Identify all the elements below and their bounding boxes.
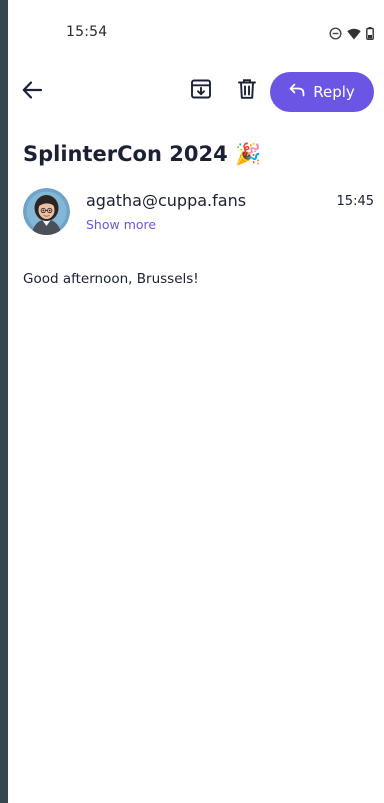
status-icons	[329, 25, 374, 44]
archive-icon	[190, 78, 212, 104]
trash-icon	[236, 78, 258, 104]
toolbar: Reply	[8, 68, 384, 116]
status-time: 15:54	[66, 24, 108, 40]
arrow-left-icon	[21, 79, 43, 105]
email-view-screen: 15:54 Reply SplinterCon 2024 🎉 agatha@cu…	[8, 0, 384, 803]
received-time: 15:45	[336, 194, 374, 209]
email-body: Good afternoon, Brussels!	[23, 271, 199, 287]
back-button[interactable]	[18, 78, 46, 106]
reply-label: Reply	[313, 83, 355, 101]
battery-icon	[366, 25, 374, 44]
sender-row: agatha@cuppa.fans Show more 15:45	[8, 187, 384, 239]
sender-email[interactable]: agatha@cuppa.fans	[86, 191, 246, 210]
reply-arrow-icon	[289, 83, 305, 101]
do-not-disturb-icon	[329, 25, 342, 44]
email-subject: SplinterCon 2024 🎉	[23, 142, 262, 166]
archive-button[interactable]	[188, 78, 214, 104]
show-more-link[interactable]: Show more	[86, 217, 156, 232]
avatar[interactable]	[23, 188, 70, 235]
wifi-icon	[347, 25, 361, 44]
delete-button[interactable]	[234, 78, 260, 104]
reply-button[interactable]: Reply	[270, 72, 374, 112]
status-bar: 15:54	[8, 0, 384, 60]
